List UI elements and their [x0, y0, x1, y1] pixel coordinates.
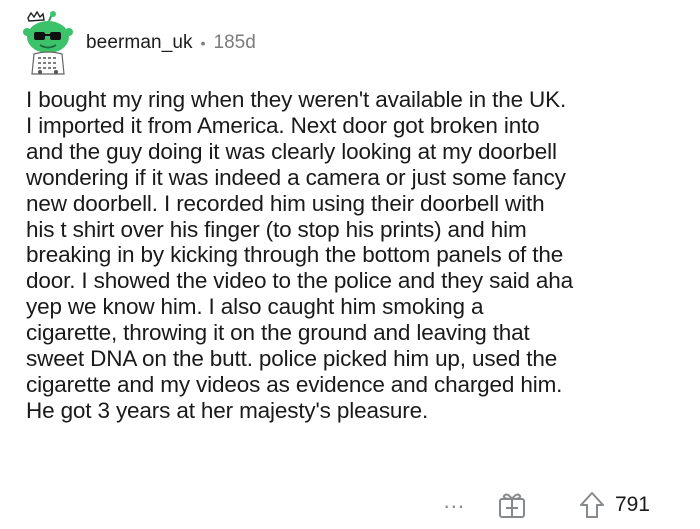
comment-line: I bought my ring when they weren't avail…: [26, 87, 567, 112]
avatar[interactable]: [18, 10, 76, 76]
comment-body: I bought my ring when they weren't avail…: [26, 87, 686, 424]
comment-meta: beerman_uk • 185d: [86, 32, 256, 54]
comment-line: and the guy doing it was clearly looking…: [26, 138, 557, 164]
comment-line: breaking in by kicking through the botto…: [26, 242, 564, 268]
username-link[interactable]: beerman_uk: [86, 32, 193, 54]
comment-line: his t shirt over his finger (to stop his…: [26, 216, 527, 242]
comment-header: beerman_uk • 185d: [18, 10, 256, 76]
comment-line: I imported it from America. Next door go…: [26, 112, 540, 138]
snoo-avatar-icon: [23, 10, 73, 75]
comment-line: door. I showed the video to the police a…: [26, 268, 573, 294]
comment-line: wondering if it was indeed a camera or j…: [26, 164, 566, 190]
vote-score: 791: [614, 493, 650, 516]
gift-award-icon: [498, 493, 525, 518]
upvote-arrow-icon: [579, 492, 604, 518]
upvote-button[interactable]: [579, 491, 605, 519]
comment-actions: ... 791: [444, 488, 650, 522]
comment-line: He got 3 years at her majesty's pleasure…: [26, 397, 429, 423]
more-options-button[interactable]: ...: [444, 490, 465, 520]
comment-line: yep we know him. I also caught him smoki…: [26, 294, 484, 320]
comment-line: sweet DNA on the butt. police picked him…: [26, 346, 558, 372]
comment-age: 185d: [213, 32, 256, 53]
comment: beerman_uk • 185d I bought my ring when …: [0, 0, 700, 529]
comment-line: cigarette, throwing it on the ground and…: [26, 320, 530, 346]
meta-separator: •: [200, 35, 206, 51]
comment-line: cigarette and my videos as evidence and …: [26, 371, 563, 397]
comment-line: new doorbell. I recorded him using their…: [26, 190, 545, 216]
award-button[interactable]: [497, 490, 527, 520]
